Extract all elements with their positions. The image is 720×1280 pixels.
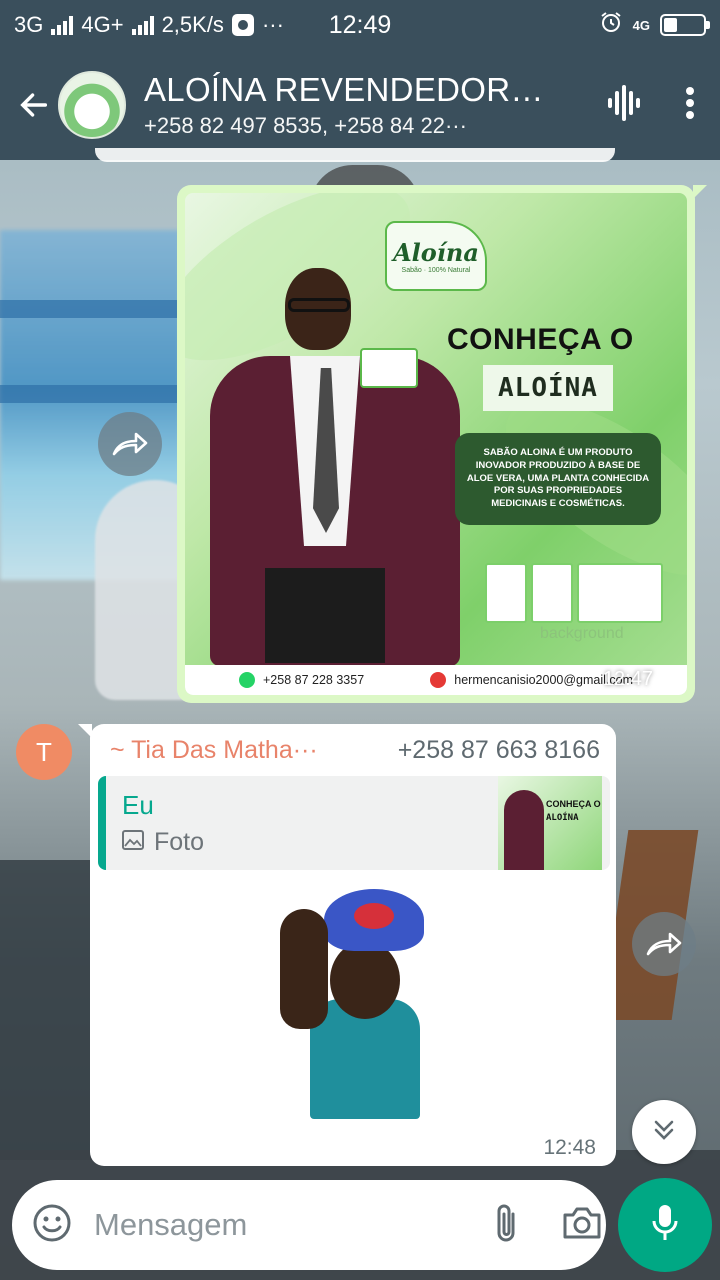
back-arrow-icon[interactable] — [14, 85, 54, 125]
poster-watermark: background — [540, 625, 624, 642]
incoming-sticker-message[interactable]: ~ Tia Das Matha··· +258 87 663 8166 Eu F… — [78, 724, 616, 1166]
microphone-icon — [650, 1203, 680, 1248]
thumbs-up-boy-sticker[interactable] — [280, 889, 430, 1125]
whatsapp-icon — [239, 672, 255, 688]
alarm-icon — [599, 10, 623, 40]
single-check-icon — [659, 667, 681, 691]
camera-icon[interactable] — [561, 1205, 603, 1246]
group-avatar[interactable] — [58, 71, 126, 139]
sender-avatar[interactable]: T — [16, 724, 72, 780]
signal-icon — [51, 15, 74, 35]
network-type-badge: 4G — [632, 17, 650, 33]
scroll-to-bottom-button[interactable] — [632, 1100, 696, 1164]
previous-message-edge — [95, 148, 615, 162]
data-speed: 2,5K/s — [161, 12, 224, 37]
message-time: 12:47 — [602, 667, 653, 690]
product-boxes — [485, 563, 663, 623]
sender-name[interactable]: ~ Tia Das Matha··· — [110, 736, 318, 765]
chat-title: ALOÍNA REVENDEDOR··· — [144, 71, 544, 108]
outgoing-image-message[interactable]: Aloína Sabão · 100% Natural CONHEÇA O AL… — [177, 185, 707, 703]
signal-icon-2 — [131, 15, 154, 35]
voice-record-button[interactable] — [618, 1178, 712, 1272]
network-label-3g: 3G — [14, 12, 44, 37]
photo-icon — [122, 828, 144, 857]
email-icon — [430, 672, 447, 688]
forward-icon[interactable] — [98, 412, 162, 476]
chat-participants: +258 82 497 8535, +258 84 22··· — [144, 113, 467, 138]
app-notification-icon — [231, 14, 254, 36]
battery-icon — [660, 14, 710, 36]
more-options-icon[interactable] — [684, 85, 696, 126]
network-label-4g: 4G+ — [81, 12, 124, 37]
forward-icon[interactable] — [632, 912, 696, 976]
poster-description: SABÃO ALOINA É UM PRODUTO INOVADOR PRODU… — [455, 433, 661, 525]
presenter-figure — [190, 268, 460, 666]
double-chevron-down-icon — [650, 1116, 678, 1149]
quoted-type: Foto — [154, 828, 205, 856]
message-meta: 12:47 — [603, 667, 681, 691]
message-time: 12:48 — [543, 1136, 596, 1159]
message-input[interactable] — [94, 1207, 493, 1243]
status-bar: 3G 4G+ 2,5K/s ··· 12:49 4G — [0, 0, 720, 50]
quoted-message[interactable]: Eu Foto CONHEÇA O ALOÍNA — [98, 776, 610, 870]
sender-phone[interactable]: +258 87 663 8166 — [398, 736, 600, 765]
promo-poster-image[interactable]: Aloína Sabão · 100% Natural CONHEÇA O AL… — [185, 193, 687, 695]
chat-header: ALOÍNA REVENDEDOR··· +258 82 497 8535, +… — [0, 50, 720, 160]
attach-icon[interactable] — [493, 1202, 519, 1249]
message-composer — [12, 1180, 606, 1270]
emoji-icon[interactable] — [32, 1203, 72, 1248]
more-notifications: ··· — [261, 12, 284, 37]
quoted-thumbnail: CONHEÇA O ALOÍNA — [498, 776, 602, 870]
chat-info[interactable]: ALOÍNA REVENDEDOR··· +258 82 497 8535, +… — [144, 71, 544, 139]
poster-headline: CONHEÇA O — [447, 323, 634, 356]
quoted-author: Eu — [122, 790, 154, 820]
voice-chat-icon[interactable] — [604, 83, 644, 128]
poster-phone: +258 87 228 3357 — [263, 673, 365, 687]
poster-product-name: ALOÍNA — [483, 365, 613, 411]
